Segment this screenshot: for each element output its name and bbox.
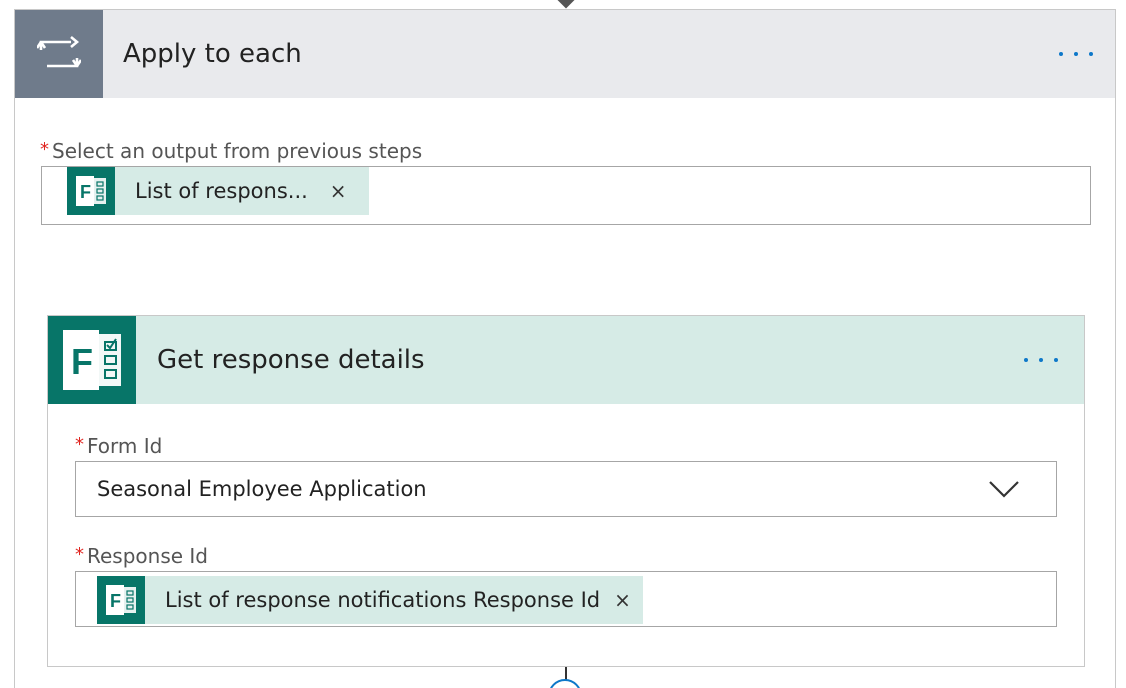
loop-arrows-icon	[15, 10, 103, 98]
microsoft-forms-icon: F	[48, 316, 136, 404]
response-id-field[interactable]: F List of response notifications Respons…	[75, 571, 1057, 627]
svg-text:F: F	[80, 182, 91, 202]
token-label: List of response notifications Response …	[165, 588, 601, 612]
select-output-field[interactable]: F List of respons... ×	[41, 166, 1091, 225]
svg-text:F: F	[71, 341, 93, 382]
flow-designer-canvas: Apply to each * Select an output from pre…	[0, 0, 1126, 688]
form-id-value: Seasonal Employee Application	[97, 477, 427, 501]
dynamic-content-token[interactable]: F List of respons... ×	[67, 167, 369, 215]
get-response-details-title: Get response details	[157, 345, 425, 375]
form-id-label: * Form Id	[75, 434, 163, 458]
top-connector-arrow	[557, 0, 575, 9]
required-marker: *	[75, 434, 84, 455]
microsoft-forms-icon: F	[67, 167, 115, 215]
dynamic-content-token[interactable]: F List of response notifications Respons…	[97, 576, 643, 624]
required-marker: *	[75, 544, 84, 565]
close-icon[interactable]: ×	[614, 590, 631, 610]
get-response-details-header[interactable]: F Get response details	[48, 316, 1084, 404]
apply-to-each-title: Apply to each	[123, 39, 302, 69]
more-ellipsis-icon[interactable]	[1059, 52, 1093, 56]
microsoft-forms-icon: F	[97, 576, 145, 624]
close-icon[interactable]: ×	[330, 181, 347, 201]
required-marker: *	[40, 139, 49, 160]
chevron-down-icon	[989, 481, 1019, 498]
form-id-dropdown[interactable]: Seasonal Employee Application	[75, 461, 1057, 517]
apply-to-each-header[interactable]: Apply to each	[15, 10, 1115, 98]
token-label: List of respons...	[135, 179, 308, 203]
select-output-label: * Select an output from previous steps	[40, 139, 423, 163]
more-ellipsis-icon[interactable]	[1024, 358, 1058, 362]
response-id-label: * Response Id	[75, 544, 209, 568]
svg-text:F: F	[110, 591, 121, 611]
